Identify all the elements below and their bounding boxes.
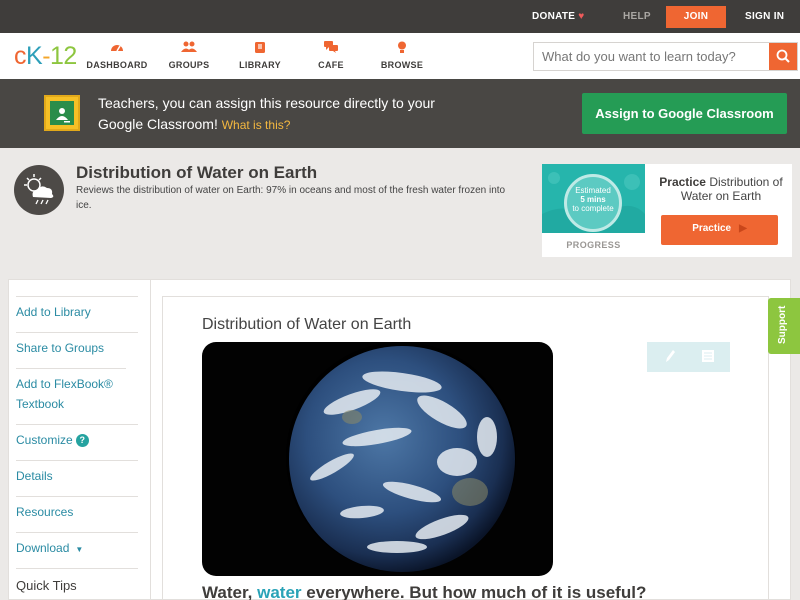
sidebar-item-quick-tips[interactable]: Quick Tips [16, 568, 138, 600]
notes-icon[interactable] [701, 349, 715, 366]
sign-in-link[interactable]: SIGN IN [745, 0, 784, 33]
what-is-this-link[interactable]: What is this? [222, 118, 291, 132]
help-link[interactable]: HELP [623, 0, 651, 33]
logo-dash: - [42, 42, 51, 70]
mins-label: 5 mins [580, 195, 606, 204]
practice-button[interactable]: Practice ▶ [661, 215, 778, 245]
practice-title: Practice Distribution of Water on Earth [650, 175, 792, 203]
sidebar-item-label: Resources [16, 505, 74, 519]
sidebar-item-share-to-groups[interactable]: Share to Groups [16, 332, 138, 364]
search-button[interactable] [769, 43, 797, 70]
top-bar: DONATE ♥ HELP JOIN SIGN IN [0, 0, 800, 33]
library-icon [225, 41, 295, 55]
concept-title: Distribution of Water on Earth [76, 163, 318, 182]
sidebar-item-label: Quick Tips [16, 578, 77, 593]
logo-c: c [14, 42, 27, 70]
sidebar: Add to Library Share to Groups Add to Fl… [8, 279, 151, 600]
logo-12: 12 [50, 42, 77, 70]
practice-title-bold: Practice [659, 175, 706, 189]
nav-groups[interactable]: GROUPS [154, 41, 224, 70]
nav-label: DASHBOARD [86, 60, 148, 70]
classroom-message: Teachers, you can assign this resource d… [98, 93, 478, 136]
vocab-keyword-link[interactable]: water [257, 583, 301, 600]
donate-label: DONATE [532, 11, 576, 22]
main-nav: cK-12 DASHBOARD GROUPS LIBRARY CAFE BROW… [0, 33, 800, 79]
nav-label: LIBRARY [239, 60, 281, 70]
nav-library[interactable]: LIBRARY [225, 41, 295, 70]
logo-k: K [26, 42, 43, 70]
browse-icon [367, 41, 437, 55]
search-icon [776, 49, 790, 63]
sidebar-item-download[interactable]: Download ▼ [16, 532, 138, 566]
sidebar-item-label: Details [16, 469, 53, 483]
dashboard-icon [82, 41, 152, 55]
sidebar-item-label: Add to Library [16, 305, 91, 319]
heart-icon: ♥ [578, 11, 585, 22]
lead-start: Water, [202, 583, 253, 600]
sidebar-item-customize[interactable]: Customize? [16, 424, 138, 456]
google-classroom-icon [44, 95, 80, 131]
groups-icon [154, 41, 224, 55]
sidebar-item-add-to-flexbook[interactable]: Add to FlexBook® Textbook [16, 368, 126, 420]
sidebar-item-label: Add to FlexBook® Textbook [16, 377, 113, 411]
chevron-right-icon: ▶ [739, 223, 747, 234]
estimated-label: Estimated [575, 186, 611, 195]
to-complete-label: to complete [572, 204, 614, 213]
weather-icon [14, 165, 64, 215]
practice-button-label: Practice [692, 223, 732, 234]
nav-label: CAFE [318, 60, 344, 70]
sidebar-item-label: Share to Groups [16, 341, 105, 355]
nav-label: GROUPS [168, 60, 210, 70]
sidebar-item-label: Customize [16, 433, 73, 447]
nav-cafe[interactable]: CAFE [296, 41, 366, 70]
progress-label: PROGRESS [566, 240, 621, 250]
nav-browse[interactable]: BROWSE [367, 41, 437, 70]
estimated-time-badge: Estimated 5 mins to complete [564, 174, 622, 232]
practice-card: Estimated 5 mins to complete PROGRESS Pr… [542, 164, 792, 257]
sidebar-item-resources[interactable]: Resources [16, 496, 138, 528]
cafe-icon [296, 41, 366, 55]
progress-graphic: Estimated 5 mins to complete [542, 164, 645, 233]
lead-end: everywhere. But how much of it is useful… [306, 583, 647, 600]
earth-image [202, 342, 553, 576]
sidebar-item-label: Download [16, 541, 70, 555]
support-tab[interactable]: Support [768, 298, 800, 354]
assign-google-classroom-button[interactable]: Assign to Google Classroom [582, 93, 787, 134]
pencil-icon[interactable] [664, 349, 676, 366]
donate-link[interactable]: DONATE ♥ [532, 0, 585, 33]
article-title: Distribution of Water on Earth [202, 316, 412, 333]
help-icon[interactable]: ? [75, 434, 89, 447]
join-button[interactable]: JOIN [666, 6, 726, 28]
nav-label: BROWSE [380, 60, 424, 70]
concept-description: Reviews the distribution of water on Ear… [76, 185, 506, 211]
ck12-logo[interactable]: cK-12 [14, 42, 77, 71]
article-tools [647, 342, 730, 372]
nav-dashboard[interactable]: DASHBOARD [82, 41, 152, 70]
caret-down-icon: ▼ [75, 545, 84, 554]
sidebar-item-add-to-library[interactable]: Add to Library [16, 296, 138, 328]
support-label: Support [777, 305, 788, 344]
article-lead: Water, water everywhere. But how much of… [202, 583, 646, 600]
sidebar-item-details[interactable]: Details [16, 460, 138, 492]
search-input[interactable] [534, 43, 770, 70]
search-box [533, 42, 798, 71]
